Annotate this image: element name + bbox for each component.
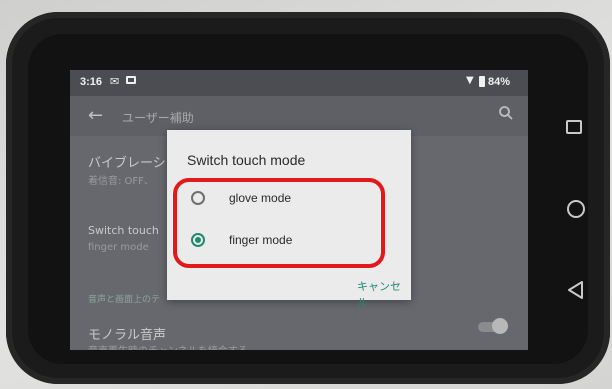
wifi-icon: ▼ [466,75,474,86]
switch-touch-subtitle: finger mode [88,242,149,253]
page-title: ユーザー補助 [122,111,194,125]
search-icon[interactable] [498,105,514,121]
battery-icon [479,76,485,87]
home-icon[interactable] [567,200,585,218]
highlight-annotation [173,178,385,268]
mail-icon: ✉ [110,75,120,88]
back-icon[interactable] [566,280,586,300]
back-arrow-icon[interactable]: ← [88,105,103,126]
recents-icon[interactable] [566,120,582,134]
mono-audio-toggle-knob[interactable] [492,318,508,334]
mono-audio-title: モノラル音声 [88,328,167,343]
vibration-subtitle: 着信音: OFF、 [88,176,154,187]
mono-audio-subtitle: 音声再生時のチャンネルを統合する [88,342,248,350]
vibration-title: バイブレーシ [88,156,166,171]
cast-icon [126,76,136,84]
status-time: 3:16 [80,76,103,88]
section-header-audio: 音声と画面上のテ [88,295,161,305]
switch-touch-title: Switch touch [88,224,159,237]
status-bar: 3:16 ✉ ▼ 84% [70,70,528,96]
dialog-title: Switch touch mode [187,152,306,168]
cancel-button[interactable]: キャンセル [357,278,411,310]
battery-level: 84% [488,76,511,88]
